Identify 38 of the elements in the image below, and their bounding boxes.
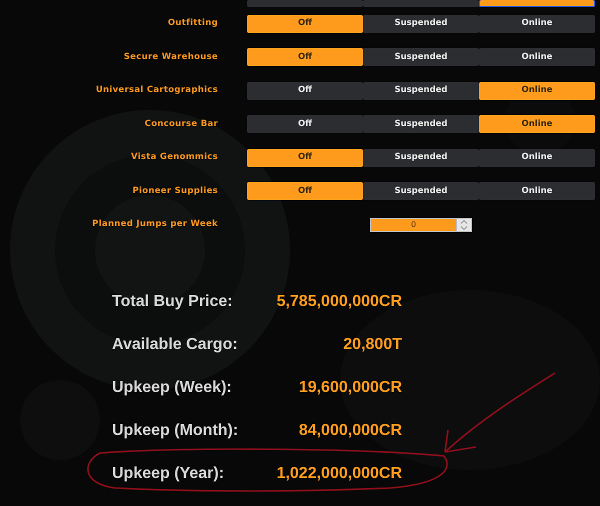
segment-option[interactable]: Suspended bbox=[363, 14, 479, 33]
total-value: 84,000,000CR bbox=[298, 421, 402, 441]
segment-option[interactable]: Off bbox=[247, 48, 363, 66]
total-value: 20,800T bbox=[342, 335, 402, 355]
segment-option[interactable]: Suspended bbox=[363, 82, 479, 100]
segment-option[interactable]: Online bbox=[479, 182, 595, 200]
total-label: Upkeep (Week): bbox=[112, 378, 233, 398]
segment-option[interactable]: Online bbox=[479, 82, 595, 100]
segment-option[interactable]: Suspended bbox=[363, 148, 479, 167]
segment-option[interactable]: Online bbox=[479, 48, 595, 66]
segment-option[interactable]: Off bbox=[247, 115, 363, 134]
segment-option[interactable]: Off bbox=[247, 148, 363, 167]
service-label: Concourse Bar bbox=[144, 118, 219, 131]
segment-option[interactable] bbox=[479, 0, 595, 7]
jumps-label: Planned Jumps per Week bbox=[91, 218, 219, 232]
segment-option[interactable]: Suspended bbox=[363, 182, 479, 200]
segment-option[interactable]: Online bbox=[479, 115, 595, 134]
service-label: Outfitting bbox=[166, 17, 219, 30]
segment-option[interactable]: Off bbox=[247, 14, 363, 33]
spinner-arrows-icon[interactable] bbox=[456, 218, 472, 232]
segment-option[interactable]: Off bbox=[247, 182, 363, 200]
segment-option[interactable]: Off bbox=[247, 82, 363, 100]
segment-option[interactable]: Suspended bbox=[363, 48, 479, 66]
total-label: Upkeep (Year): bbox=[112, 464, 226, 484]
service-label: Secure Warehouse bbox=[122, 50, 219, 64]
total-label: Available Cargo: bbox=[112, 335, 239, 355]
segment-option[interactable]: Suspended bbox=[363, 115, 479, 134]
segment-option[interactable]: Online bbox=[479, 14, 595, 33]
total-value: 1,022,000,000CR bbox=[276, 464, 402, 484]
service-label: Vista Genommics bbox=[130, 151, 219, 164]
total-label: Upkeep (Month): bbox=[112, 421, 240, 441]
segment-option[interactable]: Online bbox=[479, 148, 595, 167]
total-value: 5,785,000,000CR bbox=[276, 292, 402, 312]
service-label: Universal Cartographics bbox=[94, 84, 219, 98]
total-value: 19,600,000CR bbox=[298, 378, 402, 398]
total-label: Total Buy Price: bbox=[112, 292, 234, 312]
service-label: Pioneer Supplies bbox=[131, 184, 219, 198]
number-field[interactable]: 0 bbox=[370, 218, 456, 232]
